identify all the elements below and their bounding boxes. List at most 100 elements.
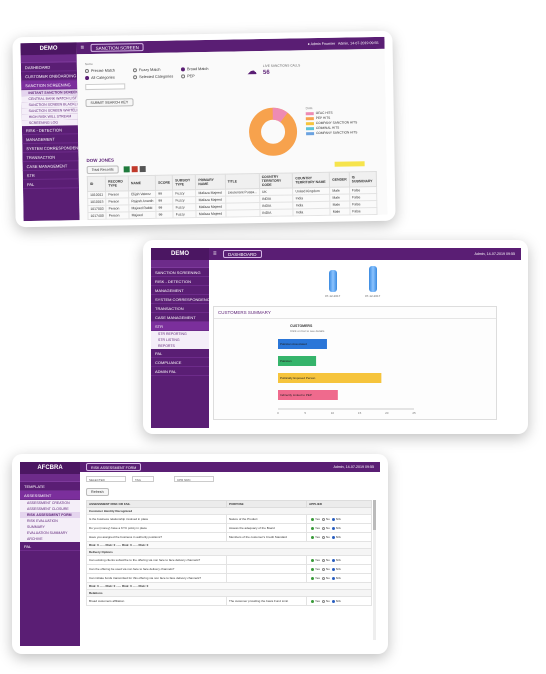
table-cell: Fuzzy	[173, 210, 197, 219]
answer-radio[interactable]	[311, 517, 314, 521]
legend-label: COMPANY SANCTION HITS	[315, 120, 358, 126]
filter-option[interactable]: All Categories	[85, 75, 133, 81]
answer-radio[interactable]	[311, 599, 314, 603]
top-bar: RISK ASSESSMENT FORM Admin, 14-07-2019 0…	[80, 462, 380, 472]
question-text: Do you (money) have a KYC policy in plac…	[86, 523, 227, 533]
table-toolbar: Total Records	[86, 165, 146, 175]
radio-button[interactable]	[133, 75, 138, 80]
submit-search-button[interactable]: SUBMIT SEARCH KEY	[85, 98, 134, 108]
refresh-button[interactable]: Refresh	[86, 488, 109, 496]
sidebar-item[interactable]: PAL	[151, 349, 209, 358]
sidebar-item[interactable]: COMPLIANCE	[151, 358, 209, 367]
applied-options: Yes No N/A	[306, 523, 372, 533]
sidebar-item[interactable]: ADMIN PAL	[151, 367, 209, 376]
radio-button[interactable]	[181, 74, 186, 79]
filter-option-label: All Categories	[91, 75, 115, 80]
radio-button[interactable]	[85, 75, 90, 81]
risk-summary-row: Risk: 0 ...... Risk: 0 ...... Risk: 0 ..…	[86, 582, 372, 590]
filter-option[interactable]: Precise Match	[84, 68, 133, 74]
filter-option-label: PEP	[187, 74, 195, 79]
sidebar-item[interactable]: STR	[151, 322, 209, 331]
answer-radio[interactable]	[321, 599, 325, 603]
hamburger-icon[interactable]: ≡	[213, 248, 217, 260]
answer-radio[interactable]	[321, 567, 325, 571]
search-filters: Name Precise Match Fuzzy Match Broad Match…	[84, 59, 236, 108]
sidebar-item[interactable]: TEMPLATE	[20, 482, 80, 491]
answer-radio[interactable]	[331, 576, 335, 580]
sidebar-item[interactable]: SANCTION SCREENING	[151, 268, 209, 277]
applied-options: Yes No N/A	[306, 514, 372, 524]
answer-radio[interactable]	[321, 576, 325, 580]
sidebar-item[interactable]: MANAGEMENT	[151, 286, 209, 295]
sidebar-item[interactable]: SYSTEM CORRESPONDENCE	[151, 295, 209, 304]
answer-radio[interactable]	[311, 558, 314, 562]
form-field[interactable]: TAG	[132, 476, 154, 482]
answer-radio[interactable]	[331, 599, 335, 603]
question-text: Can existing clients subscribe to the of…	[86, 555, 227, 565]
user-panel	[151, 260, 209, 268]
cylinder-bar	[369, 266, 377, 292]
column-header: ASSESSMENT RISK OR FAIL	[86, 500, 227, 508]
answer-radio[interactable]	[331, 558, 335, 562]
scrollbar[interactable]	[373, 500, 376, 640]
column-header: SUBSIDY TYPE	[172, 174, 196, 191]
filter-option[interactable]: PEP	[181, 74, 229, 79]
answer-radio[interactable]	[311, 526, 314, 530]
filter-option[interactable]: Fuzzy Match	[132, 67, 181, 73]
table-cell: Male	[330, 207, 350, 216]
answer-label: Yes	[315, 567, 320, 571]
pdf-icon[interactable]	[131, 166, 138, 173]
sanction-screen-card: DEMO DASHBOARD CUSTOMER ONBOARDING SANCTIO…	[12, 30, 396, 228]
cylinder-bar	[329, 270, 337, 292]
answer-radio[interactable]	[331, 535, 335, 539]
purpose-text: Members of the customer's Credit Standar…	[226, 532, 307, 542]
print-icon[interactable]	[139, 166, 146, 173]
form-field[interactable]: SELECTED	[86, 476, 126, 482]
answer-label: Yes	[315, 517, 320, 521]
radio-button[interactable]	[132, 68, 137, 73]
legend-label: COMPANY SANCTION HITS	[316, 130, 358, 136]
section-title: Relations	[86, 589, 372, 597]
applied-options: Yes No N/A	[306, 532, 372, 542]
answer-radio[interactable]	[331, 526, 335, 530]
sidebar-item[interactable]: RISK - DETECTION	[151, 277, 209, 286]
question-text: Is the business relationship involved in…	[86, 514, 227, 524]
answer-radio[interactable]	[311, 567, 314, 571]
filter-option[interactable]: Broad Match	[180, 67, 229, 72]
answer-radio[interactable]	[321, 535, 325, 539]
radio-button[interactable]	[180, 67, 185, 72]
sidebar-item[interactable]: ASSESSMENT	[20, 491, 80, 500]
radio-button[interactable]	[84, 68, 90, 74]
sidebar-item[interactable]: PAL	[22, 179, 80, 190]
section-title: Customer Identity Recognized	[86, 507, 372, 515]
purpose-text: Assess the adequacy of the Board	[226, 523, 307, 533]
sidebar-item[interactable]: TRANSACTION	[151, 304, 209, 313]
answer-radio[interactable]	[321, 558, 325, 562]
x-date-label: 07-12-2017	[325, 294, 341, 298]
question-row: Broad customers affiliation The customer …	[86, 596, 372, 606]
answer-radio[interactable]	[321, 517, 325, 521]
page-title: DASHBOARD	[223, 250, 262, 258]
form-field[interactable]: CPR NRC	[174, 476, 214, 482]
sidebar-item[interactable]: CASE MANAGEMENT	[151, 313, 209, 322]
excel-icon[interactable]	[123, 166, 130, 173]
filter-option-label: Selected Categories	[139, 74, 174, 80]
section-row: Relations	[86, 589, 372, 597]
filter-option[interactable]: Selected Categories	[133, 74, 181, 80]
top-user[interactable]: Admin Fournier	[311, 42, 336, 46]
column-header: IS SUBSIDIARY	[349, 171, 377, 187]
answer-radio[interactable]	[331, 517, 335, 521]
answer-radio[interactable]	[311, 535, 314, 539]
assessment-table: ASSESSMENT RISK OR FAIL PURPOSE APPLIED …	[86, 500, 372, 606]
scrollbar-thumb[interactable]	[373, 500, 376, 530]
answer-radio[interactable]	[331, 567, 335, 571]
sidebar: DEMO DASHBOARD CUSTOMER ONBOARDING SANCTIO…	[20, 42, 80, 222]
answer-radio[interactable]	[311, 576, 314, 580]
sidebar-item[interactable]: PAL	[20, 542, 80, 551]
category-select[interactable]	[85, 83, 126, 91]
hits-pie-chart	[249, 107, 298, 156]
hamburger-icon[interactable]: ≡	[80, 42, 85, 54]
x-tick-label: 5	[304, 411, 306, 415]
answer-radio[interactable]	[321, 526, 325, 530]
column-header: NAME	[128, 175, 156, 191]
